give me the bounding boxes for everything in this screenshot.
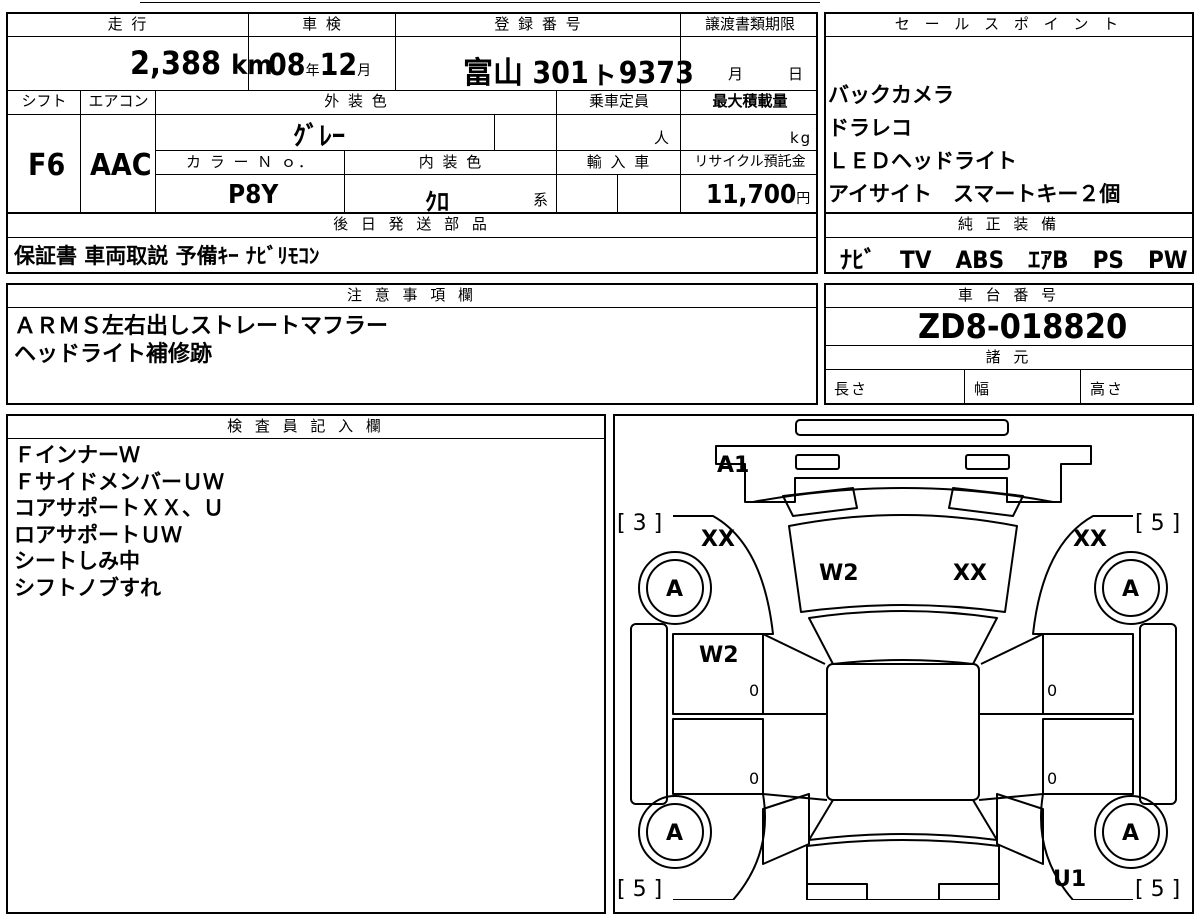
roof	[826, 663, 980, 801]
inspector-line: シフトノブすれ	[14, 575, 161, 600]
notes-text: ＡＲＭＳ左右出しストレートマフラー ヘッドライト補修跡	[14, 313, 388, 369]
vehicle-info-table	[6, 12, 818, 214]
mark-zero: 0	[749, 681, 759, 700]
bracket-top-right: [ 5 ]	[1135, 511, 1180, 536]
car-damage-diagram: A1 [ 3 ] [ 5 ] [ 5 ] [ 5 ] XX XX W2 XX W…	[617, 419, 1180, 900]
right-front-door	[1042, 633, 1134, 715]
left-rear-fender	[673, 793, 766, 900]
import-label: 輸 入 車	[586, 153, 652, 171]
later-parts-label: 後 日 発 送 部 品	[333, 215, 491, 233]
notes-line: ヘッドライト補修跡	[14, 342, 213, 367]
sales-point-item: ドラレコ	[828, 116, 912, 140]
inspection-label: 車 検	[302, 15, 343, 33]
interior-label: 内 装 色	[418, 153, 484, 171]
sales-points-label: セ ー ル ス ポ イ ン ト	[894, 15, 1124, 33]
equipment-value: ﾅﾋﾞ TV ABS ｴｱB PS PW	[840, 246, 1188, 274]
notes-line: ＡＲＭＳ左右出しストレートマフラー	[14, 314, 389, 339]
exterior-label: 外 装 色	[324, 92, 389, 110]
interior-unit: 系	[533, 191, 551, 209]
inspector-notes: ＦインナーＷ ＦサイドメンバーＵＷ コアサポートＸＸ、Ｕ ロアサポートＵＷ シー…	[14, 442, 224, 601]
inspector-line: コアサポートＸＸ、Ｕ	[14, 496, 224, 520]
transfer-month-unit: 月	[728, 65, 746, 83]
front-bumper-strip	[795, 419, 1009, 436]
windshield	[808, 610, 998, 665]
recycle-value: 11,700円	[706, 180, 811, 210]
later-parts-value: 保証書 車両取説 予備ｷｰ ﾅﾋﾞﾘﾓｺﾝ	[14, 244, 320, 268]
front-light-right	[965, 454, 1010, 470]
inspector-label: 検 査 員 記 入 欄	[227, 417, 385, 435]
height-label: 高さ	[1090, 380, 1125, 398]
shift-label: シフト	[21, 92, 67, 110]
width-label: 幅	[974, 380, 992, 398]
sales-points-list: バックカメラ ドラレコ ＬＥＤヘッドライト アイサイト スマートキー２個	[828, 79, 1120, 211]
mark-tire-front-right: A	[1122, 577, 1139, 602]
inspector-line: シートしみ中	[14, 549, 140, 573]
mileage-label: 走 行	[107, 15, 149, 33]
front-bumper	[715, 445, 1092, 503]
mark-tire-rear-left: A	[666, 821, 683, 846]
max-load-unit: kg	[790, 129, 813, 147]
capacity-label: 乗車定員	[588, 92, 649, 110]
ac-value: AAC	[90, 148, 152, 183]
spec-label: 諸 元	[985, 348, 1033, 366]
sales-point-item: ＬＥＤヘッドライト	[828, 149, 1017, 173]
bracket-top-left: [ 3 ]	[617, 511, 662, 536]
trunk	[806, 839, 1000, 900]
transfer-day-unit: 日	[788, 65, 806, 83]
mark-a1: A1	[717, 453, 749, 478]
ac-label: エアコン	[88, 92, 149, 110]
mark-zero: 0	[1047, 681, 1057, 700]
recycle-label: リサイクル預託金	[694, 154, 806, 170]
color-no-label: カ ラ ー Ｎ ｏ．	[185, 153, 316, 171]
mark-zero: 0	[1047, 769, 1057, 788]
right-sill	[1139, 623, 1177, 805]
mileage-value: 2,388 km	[130, 44, 273, 82]
rear-window	[808, 799, 998, 841]
mark-tire-rear-right: A	[1122, 821, 1139, 846]
inspector-line: ＦサイドメンバーＵＷ	[14, 469, 224, 494]
exterior-value: ｸﾞﾚｰ	[293, 122, 346, 152]
transfer-label: 譲渡書類期限	[704, 15, 795, 33]
top-strip-edge	[140, 2, 820, 3]
sales-point-item: バックカメラ	[828, 83, 954, 107]
capacity-unit: 人	[654, 129, 672, 147]
mark-xx-hood: XX	[953, 561, 987, 586]
inspector-line: ロアサポートＵＷ	[14, 522, 182, 547]
front-light-left	[795, 454, 840, 470]
equipment-label: 純 正 装 備	[957, 215, 1061, 233]
mark-w2-door: W2	[699, 643, 739, 668]
color-no-value: P8Y	[228, 180, 279, 210]
bracket-bottom-left: [ 5 ]	[617, 877, 662, 900]
plate-value: 富山 301ㇳ9373	[463, 56, 694, 91]
mark-tire-front-left: A	[666, 577, 683, 602]
rear-bumper	[806, 883, 868, 900]
notes-label: 注 意 事 項 欄	[346, 286, 478, 304]
left-sill	[630, 623, 668, 805]
inspection-value: 08年12月	[268, 48, 372, 83]
chassis-number: ZD8-018820	[918, 307, 1128, 347]
mark-xx-right-fender: XX	[1073, 527, 1107, 552]
plate-label: 登 録 番 号	[494, 15, 583, 33]
inspector-line: ＦインナーＷ	[14, 443, 140, 467]
mark-xx-left-fender: XX	[701, 527, 735, 552]
mark-u1: U1	[1053, 867, 1086, 892]
bracket-bottom-right: [ 5 ]	[1135, 877, 1180, 900]
length-label: 長さ	[834, 380, 869, 398]
chassis-label: 車 台 番 号	[957, 286, 1061, 304]
mark-zero: 0	[749, 769, 759, 788]
sales-point-item: アイサイト スマートキー２個	[828, 182, 1121, 206]
max-load-label: 最大積載量	[712, 92, 788, 110]
shift-value: F6	[28, 148, 66, 183]
mark-w2-hood: W2	[819, 561, 859, 586]
